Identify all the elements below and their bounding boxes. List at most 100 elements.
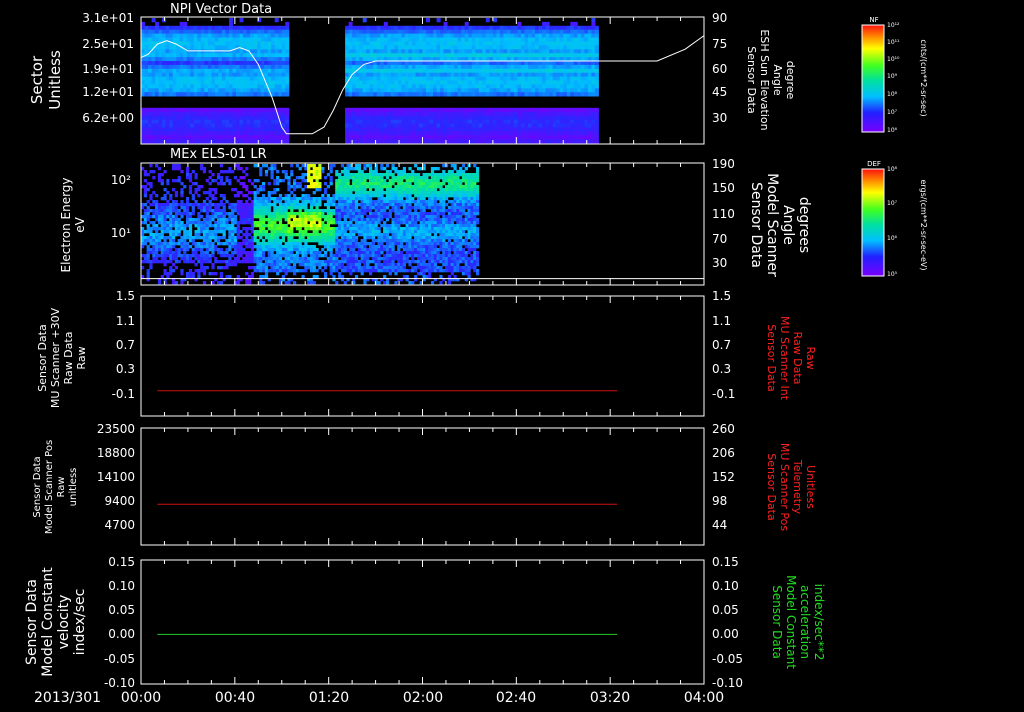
heatmap-cell xyxy=(187,124,191,128)
heatmap-cell xyxy=(152,34,156,38)
heatmap-cell xyxy=(254,266,257,269)
heatmap-cell xyxy=(465,38,469,42)
heatmap-cell xyxy=(240,135,244,139)
heatmap-cell xyxy=(394,116,398,120)
heatmap-cell xyxy=(236,30,240,34)
heatmap-cell xyxy=(563,30,567,34)
heatmap-cell xyxy=(444,112,448,116)
heatmap-cell xyxy=(148,69,152,73)
heatmap-cell xyxy=(218,139,222,143)
heatmap-cell xyxy=(500,34,504,38)
heatmap-cell xyxy=(511,30,515,34)
heatmap-cell xyxy=(268,194,271,197)
heatmap-cell xyxy=(324,263,327,266)
heatmap-cell xyxy=(440,30,444,34)
heatmap-cell xyxy=(384,120,388,124)
heatmap-cell xyxy=(211,218,214,221)
heatmap-cell xyxy=(539,112,543,116)
heatmap-cell xyxy=(225,139,229,143)
heatmap-cell xyxy=(187,81,191,85)
heatmap-cell xyxy=(180,236,183,239)
heatmap-cell xyxy=(155,116,159,120)
heatmap-cell xyxy=(444,53,448,57)
heatmap-cell xyxy=(546,30,550,34)
heatmap-cell xyxy=(324,239,327,242)
heatmap-cell xyxy=(352,77,356,81)
heatmap-cell xyxy=(532,112,536,116)
heatmap-cell xyxy=(234,260,237,263)
heatmap-cell xyxy=(164,236,167,239)
heatmap-cell xyxy=(161,260,164,263)
heatmap-cell xyxy=(279,266,282,269)
heatmap-cell xyxy=(287,245,290,248)
heatmap-cell xyxy=(197,45,201,49)
heatmap-cell xyxy=(313,230,316,233)
heatmap-cell xyxy=(532,65,536,69)
heatmap-cell xyxy=(433,120,437,124)
heatmap-cell xyxy=(243,108,247,112)
heatmap-cell xyxy=(237,224,240,227)
heatmap-cell xyxy=(447,131,451,135)
heatmap-cell xyxy=(175,209,178,212)
heatmap-cell xyxy=(377,77,381,81)
heatmap-cell xyxy=(401,49,405,53)
heatmap-cell xyxy=(211,197,214,200)
heatmap-cell xyxy=(152,215,155,218)
heatmap-cell xyxy=(482,139,486,143)
heatmap-cell xyxy=(222,45,226,49)
heatmap-cell xyxy=(567,81,571,85)
heatmap-cell xyxy=(201,88,205,92)
heatmap-cell xyxy=(254,81,258,85)
heatmap-cell xyxy=(316,230,319,233)
heatmap-cell xyxy=(237,281,240,284)
heatmap-cell xyxy=(324,197,327,200)
heatmap-cell xyxy=(496,112,500,116)
heatmap-cell xyxy=(475,127,479,131)
heatmap-cell xyxy=(220,266,223,269)
heatmap-cell xyxy=(321,260,324,263)
heatmap-cell xyxy=(282,254,285,257)
heatmap-cell xyxy=(296,203,299,206)
heatmap-cell xyxy=(408,124,412,128)
heatmap-cell xyxy=(162,49,166,53)
heatmap-cell xyxy=(147,251,150,254)
heatmap-cell xyxy=(279,203,282,206)
heatmap-cell xyxy=(279,221,282,224)
heatmap-cell xyxy=(275,57,279,61)
heatmap-cell xyxy=(398,53,402,57)
heatmap-cell xyxy=(194,30,198,34)
heatmap-cell xyxy=(401,65,405,69)
heatmap-cell xyxy=(493,77,497,81)
heatmap-cell xyxy=(279,245,282,248)
heatmap-cell xyxy=(158,260,161,263)
heatmap-cell xyxy=(166,209,169,212)
heatmap-cell xyxy=(440,61,444,65)
heatmap-cell xyxy=(377,81,381,85)
heatmap-cell xyxy=(563,26,567,30)
heatmap-cell xyxy=(186,230,189,233)
heatmap-cell xyxy=(217,224,220,227)
heatmap-cell xyxy=(349,81,353,85)
heatmap-cell xyxy=(262,194,265,197)
heatmap-cell xyxy=(254,73,258,77)
heatmap-cell xyxy=(166,206,169,209)
heatmap-cell xyxy=(359,131,363,135)
heatmap-cell xyxy=(363,26,367,30)
heatmap-cell xyxy=(299,230,302,233)
heatmap-cell xyxy=(265,200,268,203)
heatmap-cell xyxy=(356,77,360,81)
heatmap-cell xyxy=(147,269,150,272)
heatmap-cell xyxy=(229,38,233,42)
heatmap-cell xyxy=(318,263,321,266)
heatmap-cell xyxy=(155,203,158,206)
heatmap-cell xyxy=(169,197,172,200)
heatmap-cell xyxy=(169,233,172,236)
heatmap-cell xyxy=(262,251,265,254)
heatmap-cell xyxy=(352,92,356,96)
heatmap-cell xyxy=(391,88,395,92)
heatmap-cell xyxy=(254,221,257,224)
heatmap-cell xyxy=(254,84,258,88)
heatmap-cell xyxy=(581,45,585,49)
heatmap-cell xyxy=(261,124,265,128)
heatmap-cell xyxy=(570,77,574,81)
